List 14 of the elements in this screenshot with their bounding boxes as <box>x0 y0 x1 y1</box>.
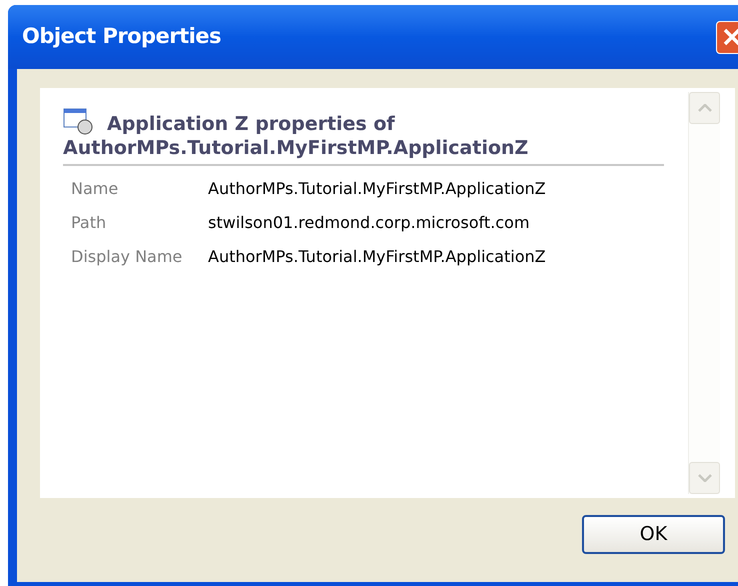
property-label: Path <box>71 212 108 234</box>
ok-button[interactable]: OK <box>582 515 725 554</box>
header-text: AuthorMPs.Tutorial.MyFirstMP.ApplicationZ <box>63 136 530 160</box>
window-title: Object Properties <box>22 23 221 50</box>
property-value: AuthorMPs.Tutorial.MyFirstMP.ApplicationZ <box>208 246 546 268</box>
scroll-down-button[interactable] <box>689 462 720 494</box>
property-label: Name <box>71 178 120 200</box>
header-text: Application Z properties of <box>107 112 395 136</box>
scroll-up-button[interactable] <box>689 92 720 124</box>
property-label: Display Name <box>71 246 184 268</box>
window-gear-icon <box>63 108 95 136</box>
property-value: AuthorMPs.Tutorial.MyFirstMP.ApplicationZ <box>208 178 546 200</box>
property-value: stwilson01.redmond.corp.microsoft.com <box>208 212 530 234</box>
close-icon <box>722 27 738 47</box>
